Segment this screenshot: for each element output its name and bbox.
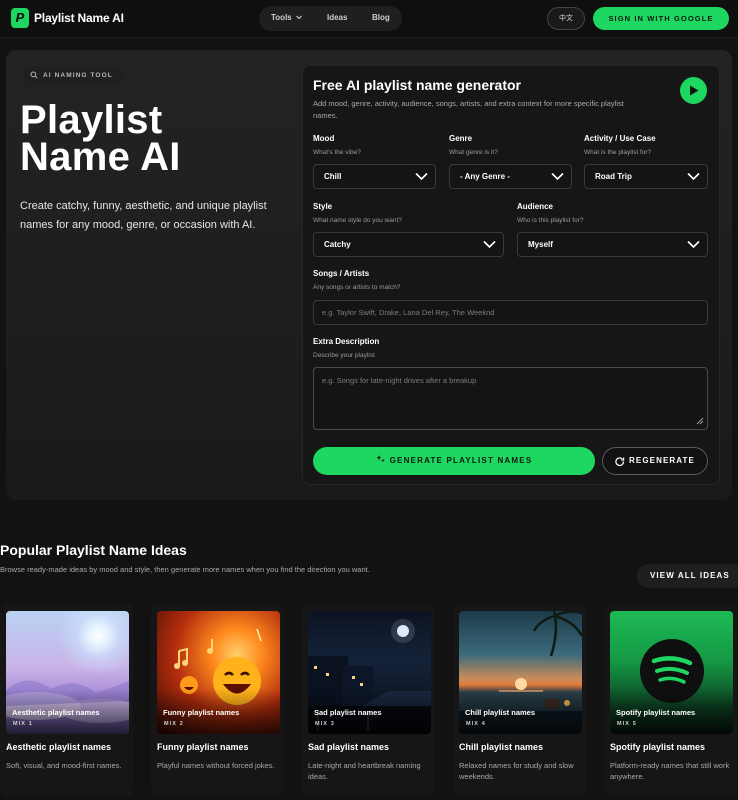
genre-value: - Any Genre - bbox=[460, 172, 510, 181]
mood-select[interactable]: Chill bbox=[313, 164, 436, 189]
chevron-down-icon bbox=[687, 172, 700, 181]
chevron-down-icon bbox=[483, 240, 496, 249]
idea-card[interactable]: Sad playlist names MIX 3 Sad playlist na… bbox=[302, 603, 435, 797]
thumbnail-title: Funny playlist names bbox=[163, 708, 240, 717]
logo-icon[interactable]: P bbox=[11, 8, 29, 28]
card-description: Playful names without forced jokes. bbox=[157, 761, 275, 770]
nav-link-blog[interactable]: Blog bbox=[372, 13, 390, 22]
card-title: Aesthetic playlist names bbox=[6, 742, 112, 752]
card-description: Relaxed names for study and slow weekend… bbox=[459, 761, 574, 781]
thumbnail-title: Chill playlist names bbox=[465, 708, 536, 717]
regenerate-button-label: REGENERATE bbox=[629, 456, 695, 465]
mix-label: MIX 2 bbox=[164, 721, 184, 727]
mix-label: MIX 5 bbox=[617, 721, 637, 727]
extra-hint: Describe your playlist bbox=[313, 352, 375, 359]
mix-label: MIX 4 bbox=[466, 721, 486, 727]
card-thumbnail: Chill playlist names MIX 4 bbox=[459, 611, 582, 734]
activity-label: Activity / Use Case bbox=[584, 134, 656, 143]
songs-input[interactable] bbox=[313, 300, 708, 325]
activity-value: Road Trip bbox=[595, 172, 632, 181]
card-description: Soft, visual, and mood-first names. bbox=[6, 761, 122, 770]
audience-value: Myself bbox=[528, 240, 553, 249]
tool-tag: AI NAMING TOOL bbox=[23, 67, 123, 84]
card-description: Late-night and heartbreak naming ideas. bbox=[308, 761, 421, 781]
chevron-down-icon bbox=[415, 172, 428, 181]
audience-hint: Who is this playlist for? bbox=[517, 217, 584, 224]
top-nav: P Playlist Name AI Tools Ideas Blog 中文 S… bbox=[0, 0, 738, 38]
hero-title-line-1: Playlist bbox=[20, 98, 163, 142]
view-all-ideas-button[interactable]: VIEW ALL IDEAS bbox=[637, 564, 738, 588]
idea-card[interactable]: Funny playlist names MIX 2 Funny playlis… bbox=[151, 603, 284, 797]
generator-title: Free AI playlist name generator bbox=[313, 77, 521, 93]
language-button[interactable]: 中文 bbox=[547, 7, 585, 30]
nav-links: Tools Ideas Blog bbox=[259, 6, 402, 31]
chevron-down-icon bbox=[687, 240, 700, 249]
thumbnail-title: Sad playlist names bbox=[314, 708, 382, 717]
card-description: Platform-ready names that still work any… bbox=[610, 761, 730, 781]
thumbnail-title: Spotify playlist names bbox=[616, 708, 696, 717]
idea-card[interactable]: Aesthetic playlist names MIX 1 Aesthetic… bbox=[0, 603, 133, 797]
sparkle-icon bbox=[376, 455, 385, 463]
nav-link-tools[interactable]: Tools bbox=[271, 13, 302, 22]
generate-button[interactable]: GENERATE PLAYLIST NAMES bbox=[313, 447, 595, 475]
card-title: Funny playlist names bbox=[157, 742, 249, 752]
mood-hint: What's the vibe? bbox=[313, 149, 361, 156]
genre-hint: What genre is it? bbox=[449, 149, 498, 156]
card-thumbnail: Spotify playlist names MIX 5 bbox=[610, 611, 733, 734]
tool-tag-label: AI NAMING TOOL bbox=[43, 72, 113, 79]
brand-name[interactable]: Playlist Name AI bbox=[34, 11, 124, 25]
style-label: Style bbox=[313, 202, 333, 211]
style-select[interactable]: Catchy bbox=[313, 232, 504, 257]
activity-select[interactable]: Road Trip bbox=[584, 164, 708, 189]
style-value: Catchy bbox=[324, 240, 351, 249]
mood-label: Mood bbox=[313, 134, 335, 143]
mood-value: Chill bbox=[324, 172, 342, 181]
play-button[interactable] bbox=[680, 77, 707, 104]
idea-card[interactable]: Spotify playlist names MIX 5 Spotify pla… bbox=[604, 603, 737, 797]
hero-description: Create catchy, funny, aesthetic, and uni… bbox=[20, 200, 267, 231]
card-title: Spotify playlist names bbox=[610, 742, 706, 752]
nav-link-tools-label: Tools bbox=[271, 13, 292, 22]
style-hint: What name style do you want? bbox=[313, 217, 402, 224]
generate-button-label: GENERATE PLAYLIST NAMES bbox=[389, 456, 533, 465]
genre-label: Genre bbox=[449, 134, 473, 143]
card-title: Sad playlist names bbox=[308, 742, 390, 752]
thumbnail-title: Aesthetic playlist names bbox=[12, 708, 100, 717]
hero-title: Playlist Name AI bbox=[20, 98, 290, 179]
regenerate-button[interactable]: REGENERATE bbox=[602, 447, 708, 475]
idea-card[interactable]: Chill playlist names MIX 4 Chill playlis… bbox=[453, 603, 586, 797]
card-thumbnail: Sad playlist names MIX 3 bbox=[308, 611, 431, 734]
audience-label: Audience bbox=[517, 202, 554, 211]
hero-title-line-2: Name AI bbox=[20, 135, 181, 179]
play-icon bbox=[690, 85, 699, 96]
audience-select[interactable]: Myself bbox=[517, 232, 708, 257]
genre-select[interactable]: - Any Genre - bbox=[449, 164, 572, 189]
extra-label: Extra Description bbox=[313, 337, 380, 346]
resize-handle-icon[interactable] bbox=[695, 416, 704, 425]
card-thumbnail: Funny playlist names MIX 2 bbox=[157, 611, 280, 734]
chevron-down-icon bbox=[551, 172, 564, 181]
refresh-icon bbox=[615, 457, 625, 467]
nav-link-ideas[interactable]: Ideas bbox=[327, 13, 347, 22]
generator-subtitle: Add mood, genre, activity, audience, son… bbox=[313, 99, 624, 120]
popular-subtitle: Browse ready-made ideas by mood and styl… bbox=[0, 565, 370, 574]
sign-in-button[interactable]: SIGN IN WITH GOOGLE bbox=[593, 7, 729, 30]
mix-label: MIX 1 bbox=[13, 721, 33, 727]
popular-title: Popular Playlist Name Ideas bbox=[0, 542, 187, 558]
chevron-down-icon bbox=[296, 15, 302, 20]
songs-label: Songs / Artists bbox=[313, 269, 370, 278]
mix-label: MIX 3 bbox=[315, 721, 335, 727]
songs-hint: Any songs or artists to match? bbox=[313, 284, 401, 291]
activity-hint: What is the playlist for? bbox=[584, 149, 652, 156]
search-icon bbox=[30, 71, 38, 79]
extra-description-textarea[interactable] bbox=[313, 367, 708, 430]
card-title: Chill playlist names bbox=[459, 742, 544, 752]
card-thumbnail: Aesthetic playlist names MIX 1 bbox=[6, 611, 129, 734]
